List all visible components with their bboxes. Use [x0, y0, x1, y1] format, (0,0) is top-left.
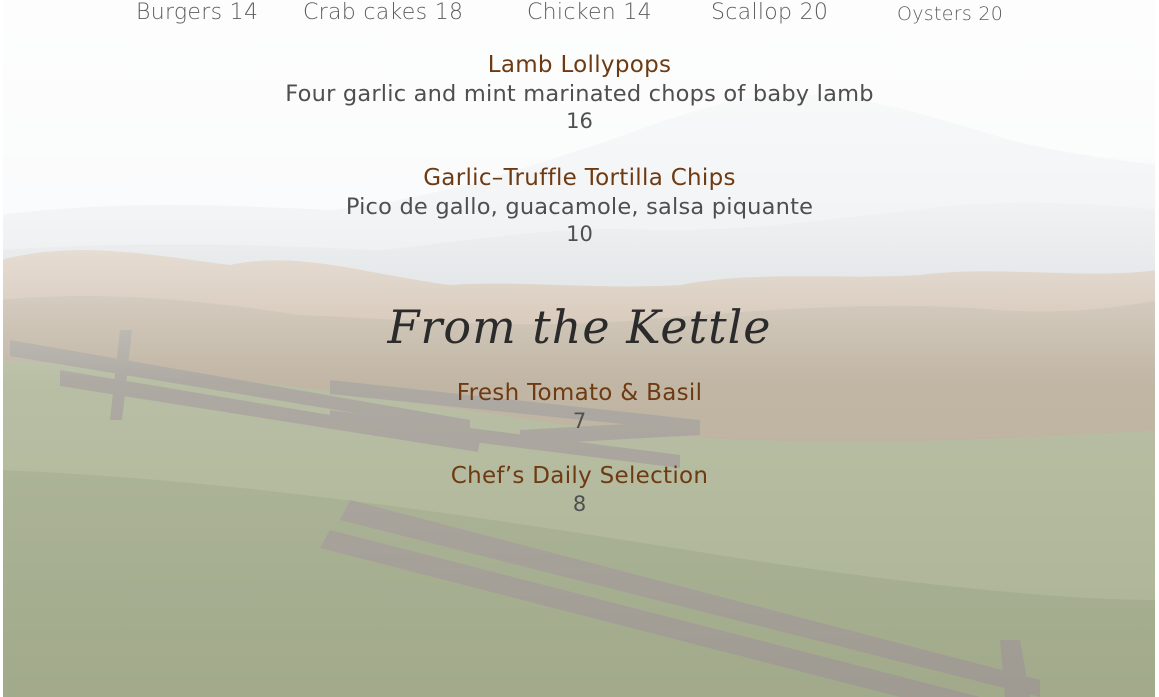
menu-item-tomato-basil: Fresh Tomato & Basil 7	[0, 379, 1159, 435]
item-description: Four garlic and mint marinated chops of …	[285, 81, 874, 107]
side-item-scallop: Scallop 20	[711, 0, 828, 25]
item-name: Garlic–Truffle Tortilla Chips	[423, 165, 736, 191]
item-name: Lamb Lollypops	[487, 52, 672, 78]
item-name: Chef’s Daily Selection	[450, 463, 709, 489]
sides-row: Burgers 14 Crab cakes 18 Chicken 14 Scal…	[0, 0, 1159, 30]
item-name: Fresh Tomato & Basil	[456, 380, 703, 406]
side-item-name: Scallop	[711, 0, 793, 25]
side-item-burgers: Burgers 14	[136, 0, 258, 25]
item-description: Pico de gallo, guacamole, salsa piquante	[345, 194, 814, 220]
menu-item-tortilla-chips: Garlic–Truffle Tortilla Chips Pico de ga…	[0, 164, 1159, 248]
side-item-price: 14	[229, 0, 259, 25]
side-item-oysters: Oysters 20	[897, 3, 1003, 25]
side-item-price: 20	[799, 0, 829, 25]
menu-item-lamb-lollypops: Lamb Lollypops Four garlic and mint mari…	[0, 51, 1159, 135]
item-price: 8	[572, 492, 587, 516]
side-item-name: Chicken	[527, 0, 617, 25]
side-item-name: Burgers	[136, 0, 223, 25]
side-item-price: 18	[434, 0, 464, 25]
side-item-crab-cakes: Crab cakes 18	[303, 0, 463, 25]
item-price: 10	[566, 222, 593, 246]
section-heading-from-the-kettle: From the Kettle	[387, 300, 772, 354]
item-price: 16	[566, 109, 593, 133]
menu-content: Burgers 14 Crab cakes 18 Chicken 14 Scal…	[0, 0, 1159, 697]
side-item-chicken: Chicken 14	[527, 0, 652, 25]
side-item-name: Crab cakes	[303, 0, 428, 25]
side-item-name: Oysters	[897, 3, 973, 25]
side-item-price: 14	[623, 0, 652, 25]
item-price: 7	[572, 409, 587, 433]
side-item-price: 20	[978, 3, 1004, 25]
menu-item-chefs-daily-selection: Chef’s Daily Selection 8	[0, 462, 1159, 518]
